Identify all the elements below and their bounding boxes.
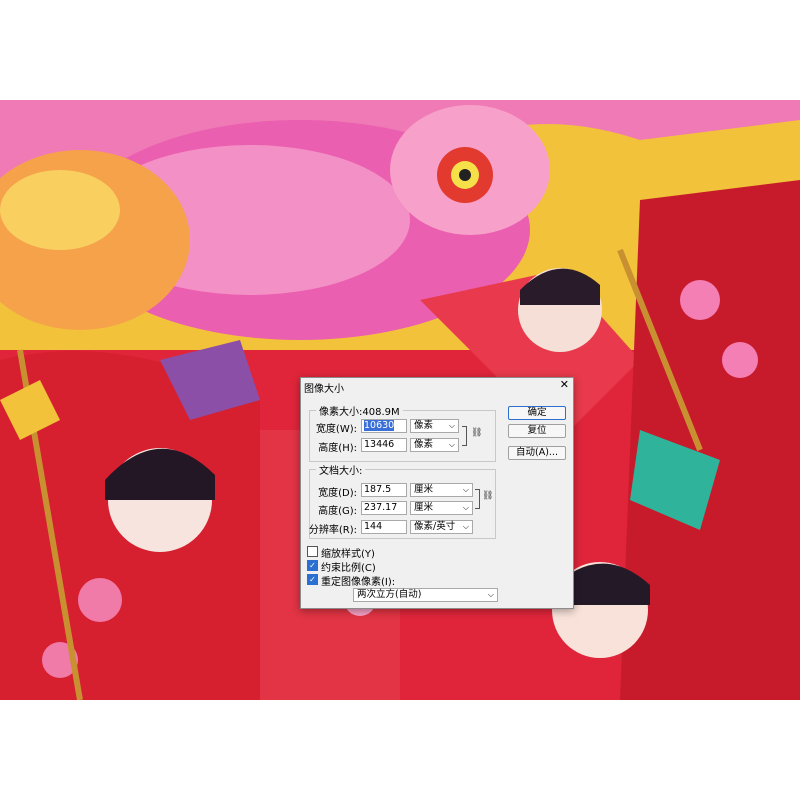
chain-link-icon: ⛓ <box>471 428 483 438</box>
constrain-proportions-label: 约束比例(C) <box>321 563 376 574</box>
chain-link-icon: ⛓ <box>482 491 494 501</box>
scale-styles-checkbox[interactable] <box>307 546 318 557</box>
constrain-proportions-checkbox[interactable]: ✓ <box>307 560 318 571</box>
pixel-link-bracket <box>462 426 467 446</box>
dialog-titlebar[interactable]: 图像大小 ✕ <box>301 378 573 395</box>
resample-label: 重定图像像素(I): <box>321 577 396 588</box>
chevron-down-icon: ⌵ <box>448 440 455 449</box>
doc-height-label: 高度(G): <box>318 506 357 517</box>
doc-height-unit-select[interactable]: 厘米 ⌵ <box>410 501 473 515</box>
auto-button[interactable]: 自动(A)... <box>508 446 566 460</box>
chevron-down-icon: ⌵ <box>448 421 455 430</box>
scale-styles-label: 缩放样式(Y) <box>321 549 375 560</box>
doc-link-bracket <box>475 489 480 509</box>
pixel-height-unit-select[interactable]: 像素 ⌵ <box>410 438 459 452</box>
pixel-height-input[interactable]: 13446 <box>361 438 407 452</box>
resolution-unit-select[interactable]: 像素/英寸 ⌵ <box>410 520 473 534</box>
pixel-width-label: 宽度(W): <box>315 424 357 435</box>
doc-height-input[interactable]: 237.17 <box>361 501 407 515</box>
doc-width-input[interactable]: 187.5 <box>361 483 407 497</box>
chevron-down-icon: ⌵ <box>487 590 494 599</box>
reset-button[interactable]: 复位 <box>508 424 566 438</box>
resample-checkbox[interactable]: ✓ <box>307 574 318 585</box>
doc-width-unit-select[interactable]: 厘米 ⌵ <box>410 483 473 497</box>
pixel-width-unit-select[interactable]: 像素 ⌵ <box>410 419 459 433</box>
resample-method-select[interactable]: 两次立方(自动) ⌵ <box>353 588 498 602</box>
ok-button[interactable]: 确定 <box>508 406 566 420</box>
document-size-label: 文档大小: <box>316 462 366 477</box>
chevron-down-icon: ⌵ <box>462 522 469 531</box>
pixel-dimensions-label: 像素大小:408.9M <box>316 403 403 418</box>
doc-width-label: 宽度(D): <box>318 488 357 499</box>
pixel-height-label: 高度(H): <box>318 443 357 454</box>
pixel-width-input[interactable]: 10630 <box>361 419 407 433</box>
close-icon[interactable]: ✕ <box>560 378 569 391</box>
pixel-dimensions-group: 像素大小:408.9M <box>309 403 496 462</box>
resolution-label: 分辨率(R): <box>308 525 357 536</box>
chevron-down-icon: ⌵ <box>462 485 469 494</box>
image-size-dialog: 图像大小 ✕ 像素大小:408.9M 宽度(W): 10630 像素 ⌵ 高度(H… <box>300 377 574 609</box>
resolution-input[interactable]: 144 <box>361 520 407 534</box>
dialog-title: 图像大小 <box>304 384 344 395</box>
chevron-down-icon: ⌵ <box>462 503 469 512</box>
